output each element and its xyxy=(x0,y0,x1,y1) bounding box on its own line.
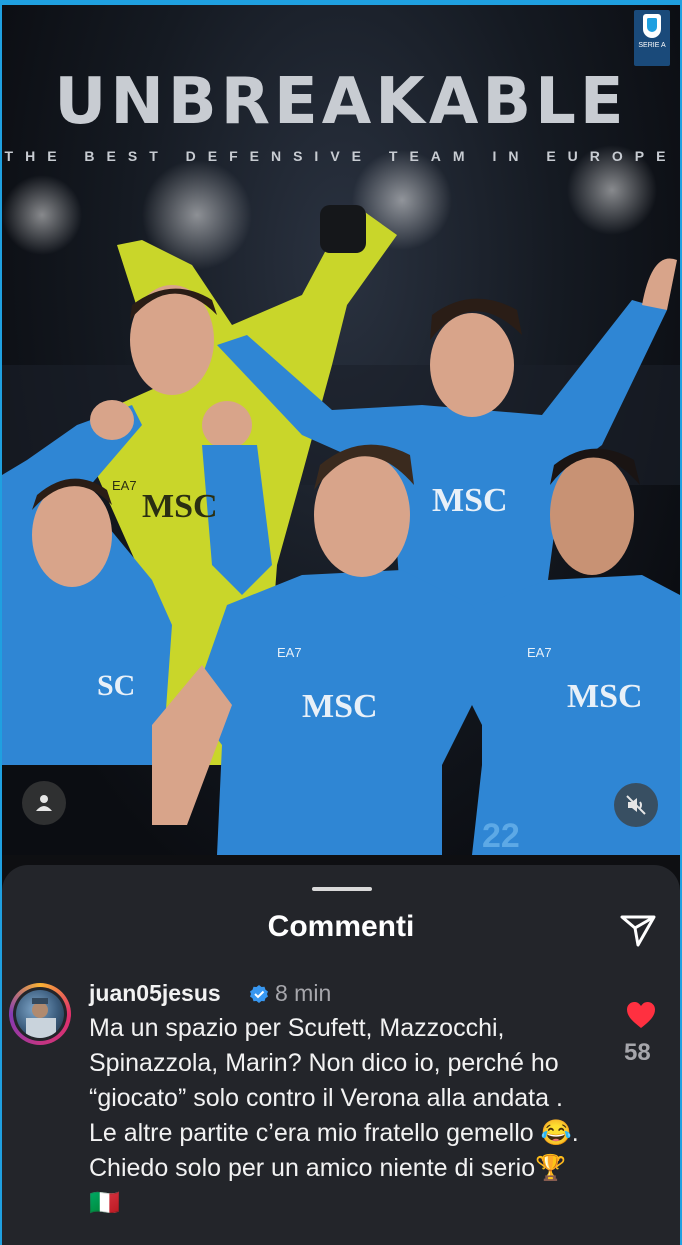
right-jersey-maker: EA7 xyxy=(527,645,552,660)
avatar-image xyxy=(16,990,64,1038)
jersey-number: 22 xyxy=(482,817,520,855)
comment-username[interactable]: juan05jesus xyxy=(89,980,221,1007)
players-illustration: MSC MSC MSC MSC SC EA7 EA7 EA7 22 xyxy=(2,205,680,855)
keeper-jersey-logo: MSC xyxy=(142,488,218,525)
sound-toggle-button[interactable] xyxy=(614,783,658,827)
comment-time: 8 min xyxy=(275,980,332,1006)
like-button[interactable] xyxy=(626,1001,656,1029)
comment-text: Ma un spazio per Scufett, Mazzocchi, Spi… xyxy=(89,1014,579,1217)
sheet-drag-handle[interactable] xyxy=(312,887,372,891)
like-count: 58 xyxy=(624,1039,651,1066)
app-screen: UNBREAKABLE THE BEST DEFENSIVE TEAM IN E… xyxy=(0,0,682,1245)
comments-sheet: Commenti juan05jesus 8 min Ma un spazio … xyxy=(2,865,680,1245)
comment-item: juan05jesus 8 min Ma un spazio per Scufe… xyxy=(2,975,680,1245)
avatar[interactable] xyxy=(9,983,71,1045)
post-image[interactable]: UNBREAKABLE THE BEST DEFENSIVE TEAM IN E… xyxy=(2,5,680,855)
comments-title: Commenti xyxy=(267,910,415,943)
heart-icon xyxy=(627,1002,655,1028)
share-button[interactable] xyxy=(618,909,658,949)
left-jersey-logo: SC xyxy=(97,669,135,702)
right-jersey-logo: MSC xyxy=(567,678,643,715)
center-jersey-maker: EA7 xyxy=(277,645,302,660)
keeper-jersey-maker: EA7 xyxy=(112,478,137,493)
verified-badge-icon xyxy=(250,985,268,1003)
back-jersey-logo: MSC xyxy=(432,482,508,519)
center-jersey-logo: MSC xyxy=(302,688,378,725)
person-icon xyxy=(36,795,52,811)
mute-icon xyxy=(626,795,646,815)
send-icon xyxy=(620,915,656,947)
tagged-people-button[interactable] xyxy=(22,781,66,825)
